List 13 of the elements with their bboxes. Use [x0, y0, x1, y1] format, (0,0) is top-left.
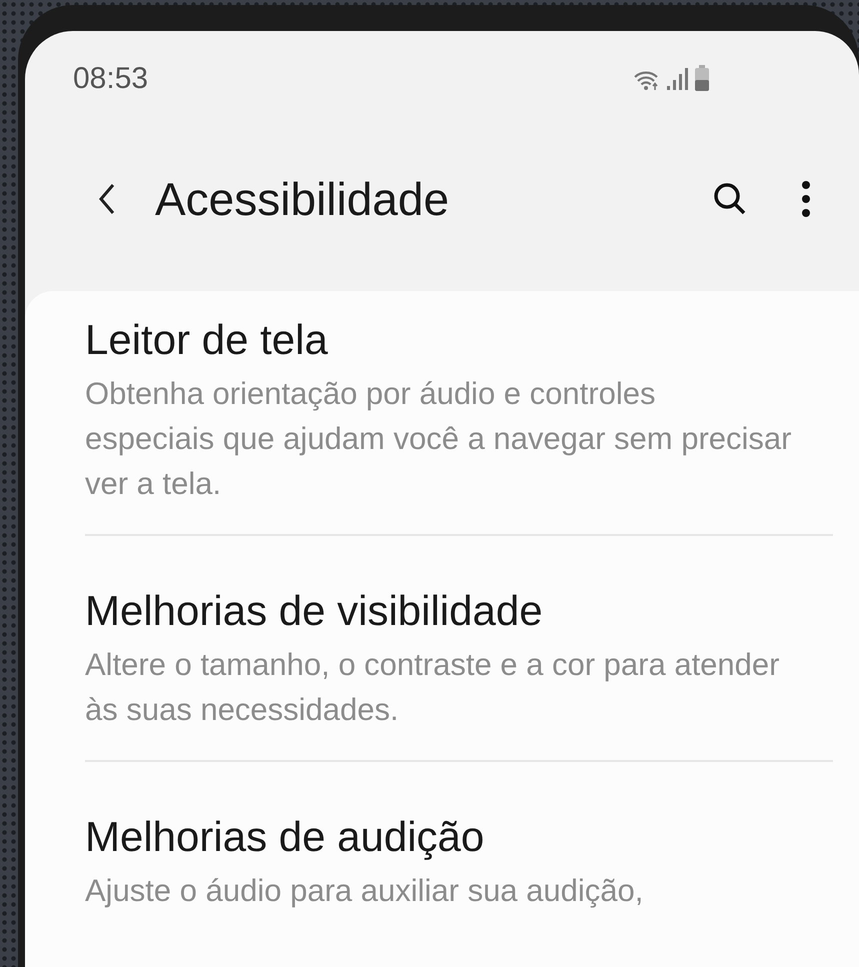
- back-icon: [98, 183, 116, 215]
- page-title: Acessibilidade: [155, 172, 450, 226]
- battery-icon: [695, 65, 709, 91]
- status-time: 08:53: [73, 60, 148, 96]
- signal-icon: [666, 67, 690, 91]
- setting-description: Ajuste o áudio para auxiliar sua audição,: [85, 872, 644, 910]
- setting-description: Altere o tamanho, o contraste e a cor para atender às suas necessidades.: [85, 646, 780, 729]
- setting-title[interactable]: Melhorias de visibilidade: [85, 584, 793, 638]
- setting-title[interactable]: Leitor de tela: [85, 313, 793, 367]
- setting-title[interactable]: Melhorias de audição: [85, 810, 793, 864]
- more-icon: [801, 180, 811, 218]
- search-icon: [712, 181, 748, 217]
- setting-description: Obtenha orientação por áudio e controles especiais que ajudam você a navegar sem precisar ver a tela.: [85, 375, 792, 503]
